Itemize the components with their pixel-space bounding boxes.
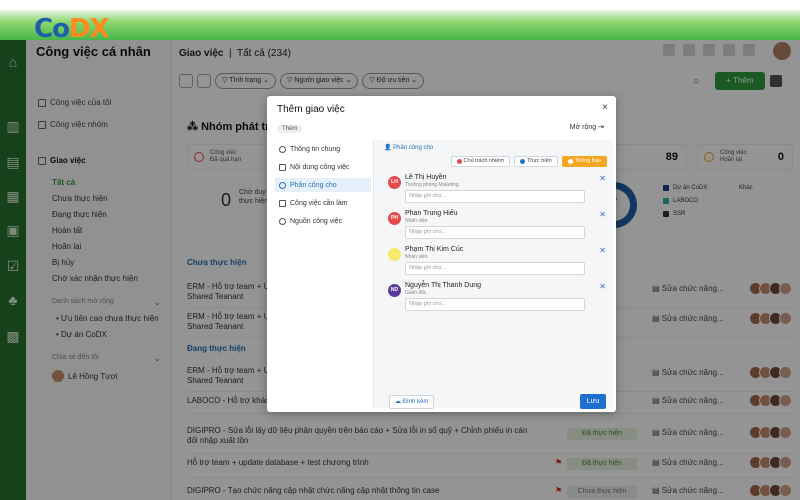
note-input[interactable]: Nhập ghi chú...: [405, 190, 585, 203]
checkbox-icon: [279, 199, 286, 207]
avatar: PH: [388, 212, 401, 225]
modal-nav: Thông tin chung Nội dung công việc Phân …: [275, 140, 371, 408]
codx-logo: CoDX: [34, 14, 110, 44]
remove-icon[interactable]: ✕: [599, 246, 606, 255]
save-button[interactable]: Lưu: [580, 394, 606, 409]
role-tabs: Chủ trách nhiệm Thực hiện Thông báo: [450, 156, 607, 167]
role-notify[interactable]: Thông báo: [561, 156, 607, 167]
link-icon: [279, 217, 286, 225]
avatar: LH: [388, 176, 401, 189]
modal-nav-general[interactable]: Thông tin chung: [275, 142, 371, 156]
modal-title: Thêm giao việc: [277, 104, 345, 115]
avatar: [388, 248, 401, 261]
expand-button[interactable]: Mở rộng ⇥: [570, 123, 604, 131]
assignee-item: PH Phan Trung Hiếu Nhân viên Nhập ghi ch…: [382, 210, 608, 242]
info-icon: [279, 145, 286, 153]
remove-icon[interactable]: ✕: [599, 282, 606, 291]
document-icon: [279, 163, 286, 171]
assignee-item: ND Nguyễn Thị Thanh Dung Giám đốc Nhập g…: [382, 282, 608, 314]
brand-band: [0, 0, 800, 40]
avatar: ND: [388, 284, 401, 297]
status-tag: Thêm: [277, 125, 303, 133]
modal-nav-todo[interactable]: Công việc cần làm: [275, 196, 371, 210]
modal-nav-assign[interactable]: Phân công cho: [275, 178, 371, 192]
role-dot: [567, 159, 573, 164]
user-icon: [279, 181, 286, 189]
add-task-modal: Thêm giao việc × Thêm Mở rộng ⇥ Thông ti…: [267, 96, 616, 412]
assign-panel: 👤 Phân công cho Chủ trách nhiệm Thực hiệ…: [373, 140, 613, 408]
role-dot: [456, 159, 462, 164]
role-owner[interactable]: Chủ trách nhiệm: [450, 156, 510, 167]
note-input[interactable]: Nhập ghi chú...: [405, 262, 585, 275]
note-input[interactable]: Nhập ghi chú...: [405, 298, 585, 311]
assignee-item: LH Lê Thị Huyền Trưởng phòng Maketing Nh…: [382, 174, 608, 206]
attach-button[interactable]: ☁ Đính kèm: [389, 395, 435, 409]
modal-nav-source[interactable]: Nguồn công việc: [275, 214, 371, 228]
modal-nav-content[interactable]: Nội dung công việc: [275, 160, 371, 174]
role-performer[interactable]: Thực hiện: [513, 156, 558, 167]
assignee-item: Phạm Thị Kim Cúc Nhân viên Nhập ghi chú.…: [382, 246, 608, 278]
section-title: 👤 Phân công cho: [384, 145, 434, 151]
remove-icon[interactable]: ✕: [599, 210, 606, 219]
role-dot: [519, 159, 525, 164]
close-icon[interactable]: ×: [602, 102, 608, 113]
remove-icon[interactable]: ✕: [599, 174, 606, 183]
note-input[interactable]: Nhập ghi chú...: [405, 226, 585, 239]
